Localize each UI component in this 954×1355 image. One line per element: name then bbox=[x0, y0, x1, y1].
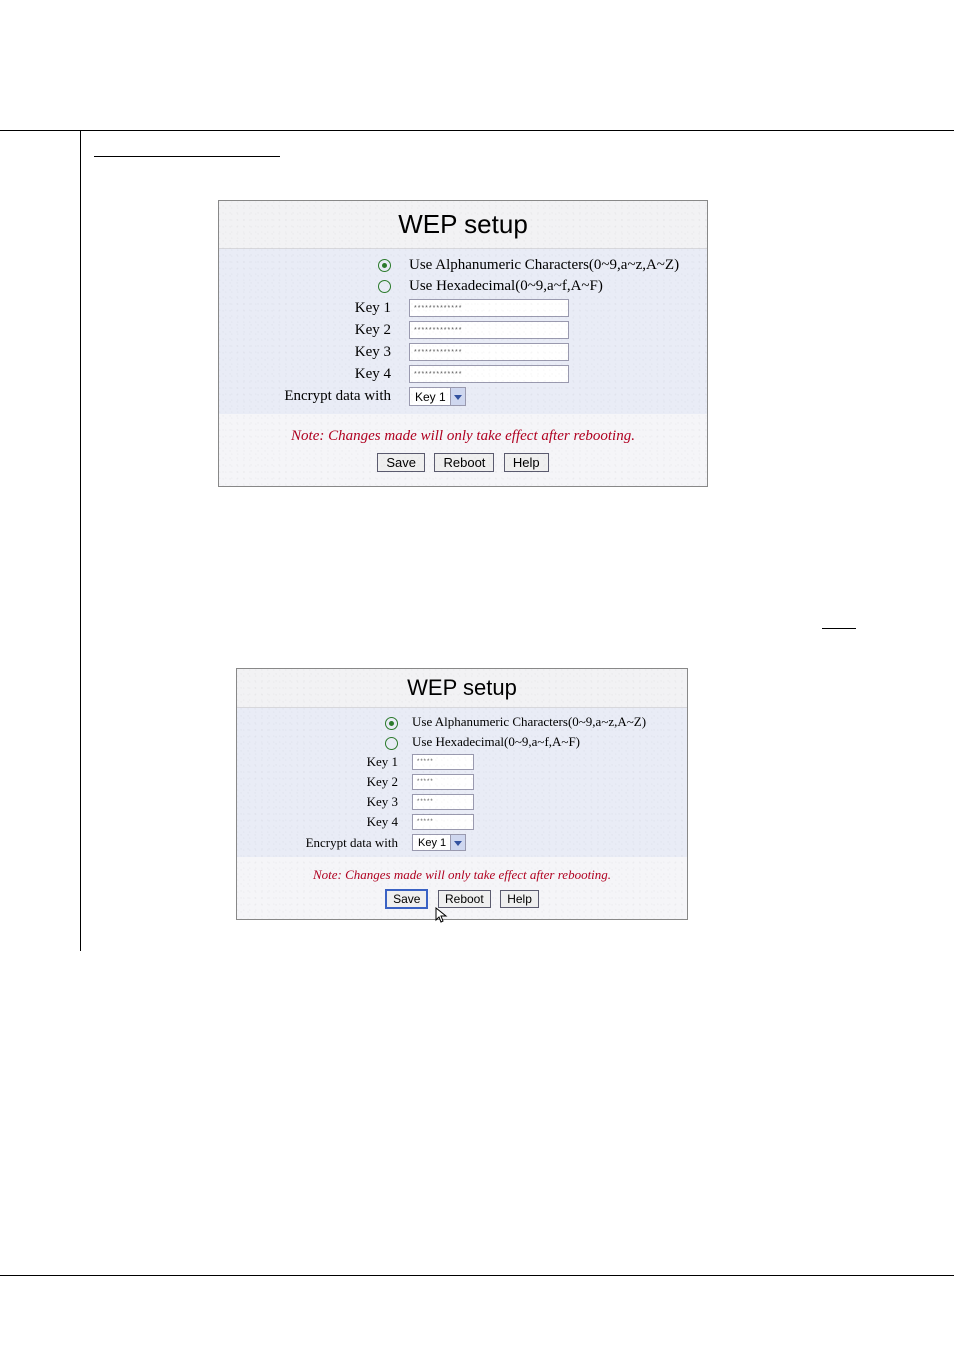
radio-alphanumeric[interactable] bbox=[385, 717, 398, 730]
key4-row: Key 4 ************* bbox=[219, 363, 707, 385]
right-margin-dash bbox=[822, 628, 856, 629]
panel-title: WEP setup bbox=[237, 669, 687, 708]
key3-input[interactable]: ************* bbox=[409, 343, 569, 361]
encrypt-key-select[interactable]: Key 1 bbox=[409, 387, 466, 406]
key2-row: Key 2 ************* bbox=[219, 319, 707, 341]
save-label: Save bbox=[386, 455, 416, 470]
wep-setup-panel-2: WEP setup Use Alphanumeric Characters(0~… bbox=[236, 668, 688, 920]
radio-wrap bbox=[219, 257, 409, 274]
encrypt-label: Encrypt data with bbox=[219, 388, 409, 405]
key4-input[interactable]: ************* bbox=[409, 365, 569, 383]
page: WEP setup Use Alphanumeric Characters(0~… bbox=[0, 0, 954, 1355]
help-label: Help bbox=[507, 892, 532, 906]
char-mode-alpha-row: Use Alphanumeric Characters(0~9,a~z,A~Z) bbox=[237, 708, 687, 732]
key4-value: ***** bbox=[417, 819, 434, 825]
form-area: Use Alphanumeric Characters(0~9,a~z,A~Z)… bbox=[237, 708, 687, 857]
key3-value: ************* bbox=[414, 349, 462, 356]
encrypt-key-value: Key 1 bbox=[415, 390, 446, 404]
panel-title: WEP setup bbox=[219, 201, 707, 249]
key2-input[interactable]: ************* bbox=[409, 321, 569, 339]
key2-label: Key 2 bbox=[237, 774, 412, 790]
key1-input[interactable]: ***** bbox=[412, 754, 474, 770]
reboot-label: Reboot bbox=[443, 455, 485, 470]
key1-row: Key 1 ***** bbox=[237, 752, 687, 772]
section-heading-underline bbox=[94, 156, 280, 157]
key3-value: ***** bbox=[417, 799, 434, 805]
radio-alphanumeric[interactable] bbox=[378, 259, 391, 272]
hex-option-text: Use Hexadecimal(0~9,a~f,A~F) bbox=[412, 734, 580, 750]
page-left-border bbox=[80, 131, 81, 951]
save-button[interactable]: Save bbox=[377, 453, 425, 472]
key2-value: ************* bbox=[414, 327, 462, 334]
key4-label: Key 4 bbox=[237, 814, 412, 830]
radio-hexadecimal[interactable] bbox=[385, 737, 398, 750]
key1-label: Key 1 bbox=[219, 300, 409, 317]
chevron-down-icon bbox=[450, 835, 465, 850]
key3-row: Key 3 ************* bbox=[219, 341, 707, 363]
help-label: Help bbox=[513, 455, 540, 470]
save-button[interactable]: Save bbox=[385, 889, 428, 909]
key3-input[interactable]: ***** bbox=[412, 794, 474, 810]
key2-value: ***** bbox=[417, 779, 434, 785]
help-button[interactable]: Help bbox=[504, 453, 549, 472]
hex-option-text: Use Hexadecimal(0~9,a~f,A~F) bbox=[409, 278, 603, 295]
encrypt-key-select[interactable]: Key 1 bbox=[412, 834, 466, 851]
bottom-horizontal-rule bbox=[0, 1275, 954, 1276]
reboot-note: Note: Changes made will only take effect… bbox=[237, 857, 687, 889]
help-button[interactable]: Help bbox=[500, 890, 539, 908]
key3-label: Key 3 bbox=[219, 344, 409, 361]
encrypt-row: Encrypt data with Key 1 bbox=[219, 385, 707, 414]
key2-label: Key 2 bbox=[219, 322, 409, 339]
alpha-option-text: Use Alphanumeric Characters(0~9,a~z,A~Z) bbox=[412, 714, 646, 730]
top-horizontal-rule bbox=[0, 130, 954, 131]
key1-value: ************* bbox=[414, 305, 462, 312]
key1-label: Key 1 bbox=[237, 754, 412, 770]
encrypt-key-value: Key 1 bbox=[418, 837, 446, 849]
key1-value: ***** bbox=[417, 759, 434, 765]
form-area: Use Alphanumeric Characters(0~9,a~z,A~Z)… bbox=[219, 249, 707, 414]
encrypt-row: Encrypt data with Key 1 bbox=[237, 832, 687, 857]
mouse-cursor-icon bbox=[435, 907, 449, 925]
key1-input[interactable]: ************* bbox=[409, 299, 569, 317]
key2-input[interactable]: ***** bbox=[412, 774, 474, 790]
char-mode-alpha-row: Use Alphanumeric Characters(0~9,a~z,A~Z) bbox=[219, 249, 707, 276]
reboot-button[interactable]: Reboot bbox=[438, 890, 491, 908]
reboot-button[interactable]: Reboot bbox=[434, 453, 494, 472]
radio-wrap bbox=[237, 734, 412, 750]
radio-hexadecimal[interactable] bbox=[378, 280, 391, 293]
key4-value: ************* bbox=[414, 371, 462, 378]
alpha-option-text: Use Alphanumeric Characters(0~9,a~z,A~Z) bbox=[409, 257, 679, 274]
char-mode-hex-row: Use Hexadecimal(0~9,a~f,A~F) bbox=[237, 732, 687, 752]
key3-row: Key 3 ***** bbox=[237, 792, 687, 812]
chevron-down-icon bbox=[450, 388, 465, 405]
key1-row: Key 1 ************* bbox=[219, 297, 707, 319]
radio-wrap bbox=[237, 714, 412, 730]
wep-setup-panel-1: WEP setup Use Alphanumeric Characters(0~… bbox=[218, 200, 708, 487]
encrypt-label: Encrypt data with bbox=[237, 835, 412, 851]
radio-wrap bbox=[219, 278, 409, 295]
button-row: Save Reboot Help bbox=[219, 453, 707, 486]
char-mode-hex-row: Use Hexadecimal(0~9,a~f,A~F) bbox=[219, 276, 707, 297]
key4-label: Key 4 bbox=[219, 366, 409, 383]
key2-row: Key 2 ***** bbox=[237, 772, 687, 792]
reboot-label: Reboot bbox=[445, 892, 484, 906]
key4-input[interactable]: ***** bbox=[412, 814, 474, 830]
button-row: Save Reboot Help bbox=[237, 889, 687, 919]
key3-label: Key 3 bbox=[237, 794, 412, 810]
key4-row: Key 4 ***** bbox=[237, 812, 687, 832]
save-label: Save bbox=[393, 892, 420, 906]
reboot-note: Note: Changes made will only take effect… bbox=[219, 414, 707, 453]
